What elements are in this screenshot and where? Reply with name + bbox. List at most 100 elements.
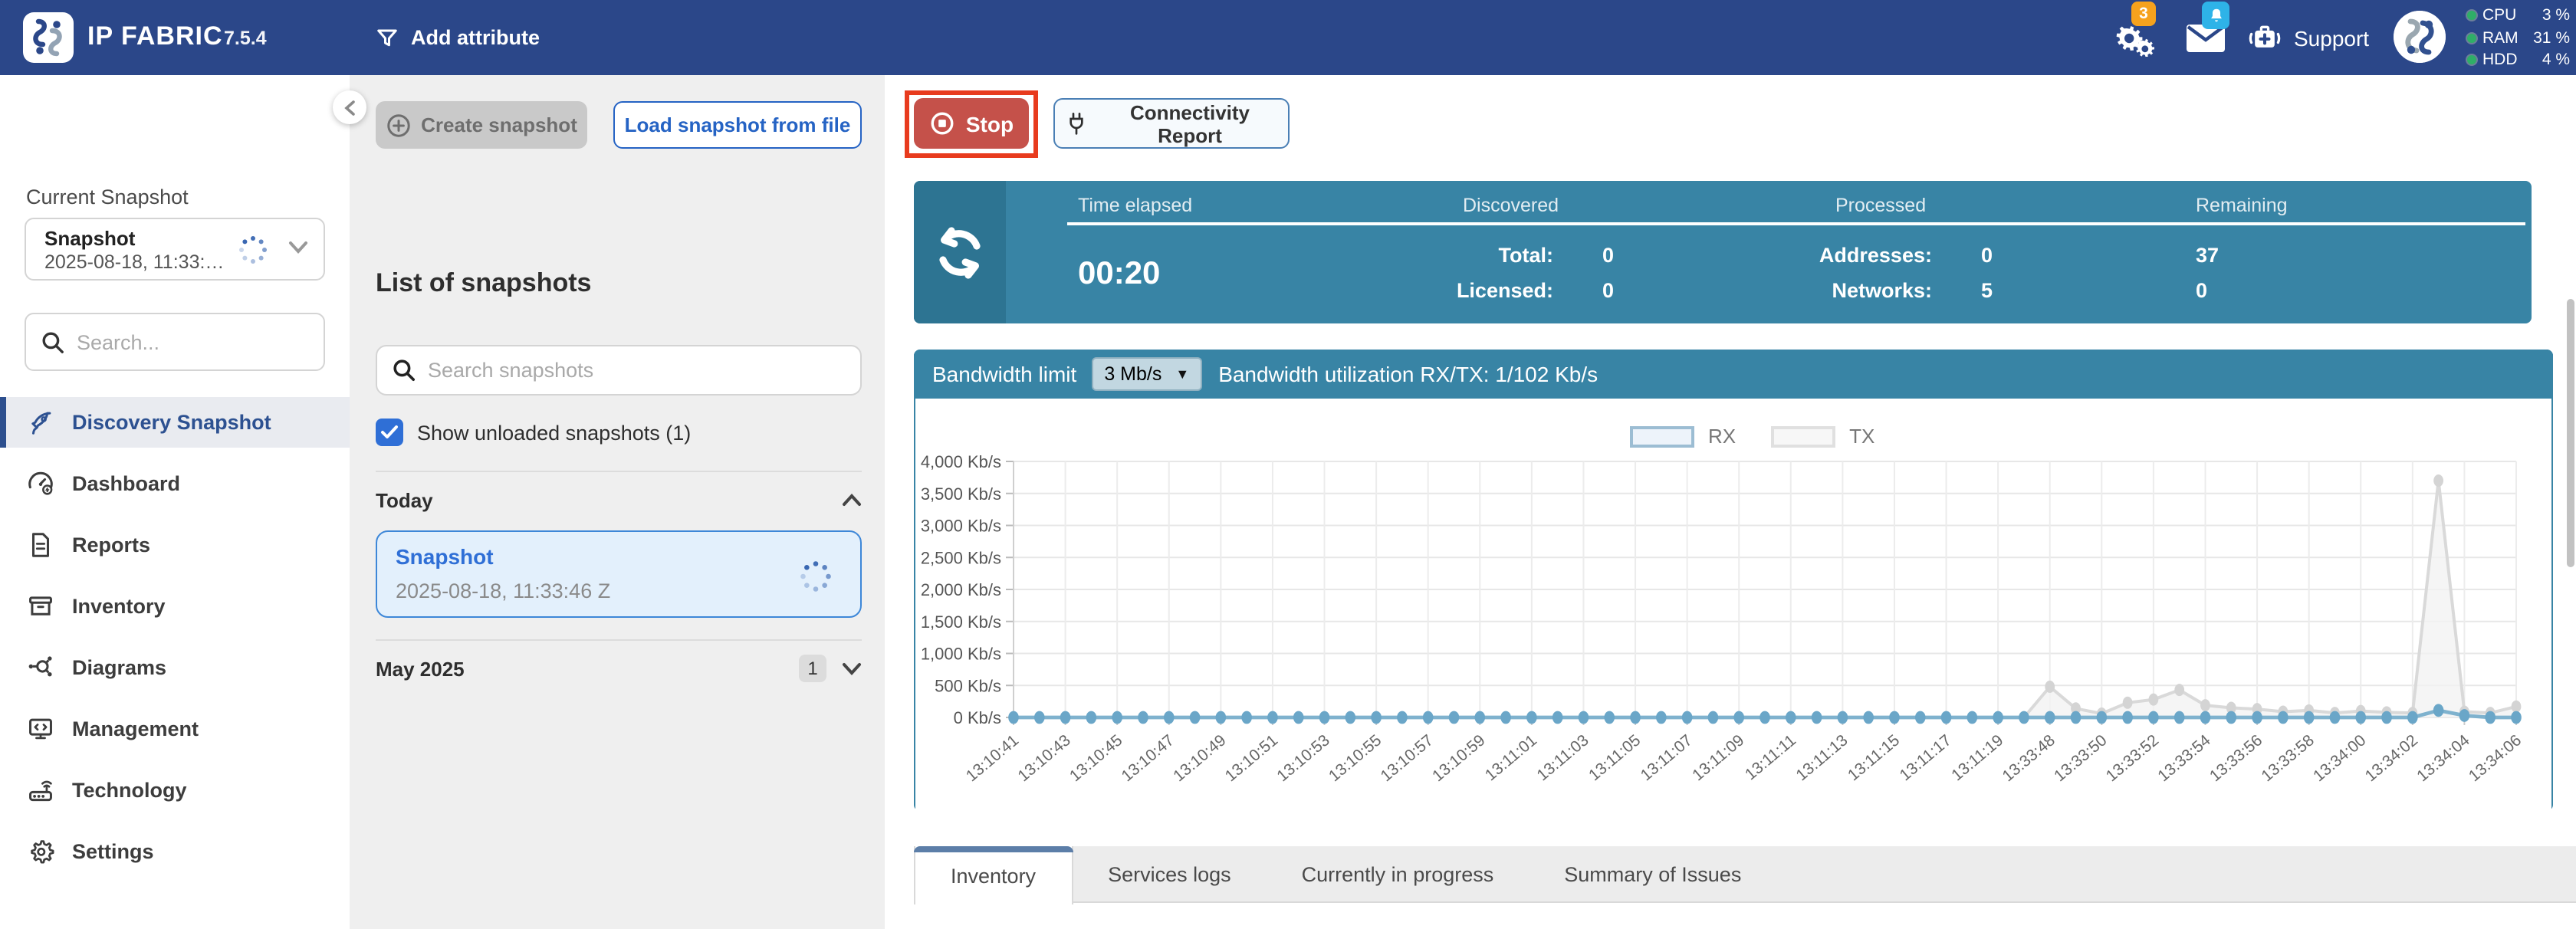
checkbox-checked-icon[interactable] xyxy=(376,419,403,446)
collapse-panel-button[interactable] xyxy=(333,90,366,124)
chart-legend: RX TX xyxy=(1630,425,1896,448)
legend-rx-swatch[interactable] xyxy=(1630,425,1694,447)
connectivity-report-button[interactable]: Connectivity Report xyxy=(1053,98,1290,149)
plus-circle-icon xyxy=(386,113,410,137)
tab-summary-of-issues[interactable]: Summary of Issues xyxy=(1529,846,1776,901)
svg-text:13:11:15: 13:11:15 xyxy=(1845,731,1903,784)
sidebar-item-dashboard[interactable]: Dashboard xyxy=(0,458,350,509)
svg-text:3,000 Kb/s: 3,000 Kb/s xyxy=(921,517,1001,536)
sidebar-nav: Discovery Snapshot Dashboard Reports Inv… xyxy=(0,397,350,888)
show-unloaded-label: Show unloaded snapshots (1) xyxy=(417,421,691,444)
automation-gears-icon[interactable]: 3 xyxy=(2113,0,2154,75)
snapshot-card[interactable]: Snapshot 2025-08-18, 11:33:46 Z xyxy=(376,530,862,618)
svg-text:13:11:19: 13:11:19 xyxy=(1948,731,2006,784)
filter-funnel-icon xyxy=(376,25,399,50)
plug-icon xyxy=(1064,110,1089,136)
document-icon xyxy=(26,530,55,560)
sidebar-item-technology[interactable]: Technology xyxy=(0,765,350,816)
bandwidth-limit-select[interactable]: 3 Mb/s ▼ xyxy=(1092,357,1201,391)
sidebar-item-reports[interactable]: Reports xyxy=(0,520,350,570)
svg-text:13:11:17: 13:11:17 xyxy=(1897,731,1955,784)
stat-value: 3 % xyxy=(2542,7,2570,25)
svg-text:13:33:56: 13:33:56 xyxy=(2206,731,2266,785)
svg-text:13:10:49: 13:10:49 xyxy=(1170,731,1229,785)
svg-text:13:11:03: 13:11:03 xyxy=(1533,731,1592,784)
svg-text:13:33:52: 13:33:52 xyxy=(2103,731,2162,785)
svg-text:2,500 Kb/s: 2,500 Kb/s xyxy=(921,548,1001,567)
banner-column-header: Time elapsed xyxy=(1078,195,1192,216)
snapshot-selector[interactable]: Snapshot 2025-08-18, 11:33:… xyxy=(25,218,325,281)
sidebar-item-label: Technology xyxy=(72,779,187,802)
svg-text:13:10:59: 13:10:59 xyxy=(1429,731,1488,785)
discovery-progress-banner: Time elapsedDiscoveredProcessedRemaining… xyxy=(914,181,2532,323)
stat-label: RAM xyxy=(2482,29,2533,48)
group-count-badge: 1 xyxy=(799,655,826,682)
support-label: Support xyxy=(2294,25,2369,50)
sidebar-item-label: Management xyxy=(72,717,199,740)
sidebar-item-diagrams[interactable]: Diagrams xyxy=(0,642,350,693)
legend-tx-swatch[interactable] xyxy=(1771,425,1835,447)
stat-label: HDD xyxy=(2482,51,2542,70)
snapshot-group-header[interactable]: May 20251 xyxy=(376,641,862,696)
gauge-icon xyxy=(26,469,55,498)
tab-services-logs[interactable]: Services logs xyxy=(1073,846,1267,901)
svg-text:1,500 Kb/s: 1,500 Kb/s xyxy=(921,612,1001,632)
legend-rx-label: RX xyxy=(1708,425,1736,448)
sidebar-item-label: Diagrams xyxy=(72,656,166,679)
svg-text:4,000 Kb/s: 4,000 Kb/s xyxy=(921,452,1001,471)
tab-label: Services logs xyxy=(1108,862,1231,885)
status-dot-icon xyxy=(2466,10,2478,22)
bandwidth-utilization-label: Bandwidth utilization RX/TX: 1/102 Kb/s xyxy=(1218,362,1598,386)
chevron-up-icon xyxy=(842,493,862,507)
loading-spinner-icon xyxy=(799,560,833,593)
load-snapshot-label: Load snapshot from file xyxy=(625,113,851,136)
tab-label: Currently in progress xyxy=(1302,862,1494,885)
user-avatar[interactable] xyxy=(2394,11,2446,63)
sidebar-item-settings[interactable]: Settings xyxy=(0,826,350,877)
status-dot-icon xyxy=(2466,32,2478,44)
snapshot-group-header[interactable]: Today xyxy=(376,472,862,527)
snapshots-search-input[interactable]: Search snapshots xyxy=(376,345,862,396)
svg-text:500 Kb/s: 500 Kb/s xyxy=(935,676,1001,695)
svg-text:13:10:41: 13:10:41 xyxy=(963,731,1022,785)
bandwidth-limit-label: Bandwidth limit xyxy=(932,362,1076,386)
sidebar-item-inventory[interactable]: Inventory xyxy=(0,581,350,632)
chevron-down-icon xyxy=(842,661,862,675)
snapshot-selector-name: Snapshot xyxy=(44,227,135,250)
tab-label: Inventory xyxy=(951,864,1036,887)
tab-currently-in-progress[interactable]: Currently in progress xyxy=(1267,846,1530,901)
sidebar-item-label: Dashboard xyxy=(72,472,180,495)
group-label: Today xyxy=(376,488,842,511)
show-unloaded-checkbox-row[interactable]: Show unloaded snapshots (1) xyxy=(376,419,691,446)
svg-text:13:34:04: 13:34:04 xyxy=(2413,731,2473,785)
support-button[interactable]: Support xyxy=(2248,0,2369,75)
group-label: May 2025 xyxy=(376,657,799,680)
loading-spinner-icon xyxy=(238,235,268,265)
messages-envelope-icon[interactable] xyxy=(2187,0,2225,75)
vertical-scrollbar-thumb[interactable] xyxy=(2567,299,2574,567)
current-snapshot-label: Current Snapshot xyxy=(26,185,189,208)
monitor-icon xyxy=(26,714,55,744)
network-icon xyxy=(26,653,55,682)
select-arrow-icon: ▼ xyxy=(1175,366,1189,382)
sidebar-item-management[interactable]: Management xyxy=(0,704,350,754)
stat-label: CPU xyxy=(2482,7,2542,25)
ipfabric-logo-icon[interactable] xyxy=(23,12,74,63)
load-snapshot-from-file-button[interactable]: Load snapshot from file xyxy=(613,101,862,149)
svg-text:2,000 Kb/s: 2,000 Kb/s xyxy=(921,580,1001,599)
sidebar-item-label: Settings xyxy=(72,840,154,863)
create-snapshot-button[interactable]: Create snapshot xyxy=(376,101,587,149)
sidebar-item-discovery-snapshot[interactable]: Discovery Snapshot xyxy=(0,397,350,448)
svg-text:13:33:50: 13:33:50 xyxy=(2051,731,2110,785)
add-attribute-button[interactable]: Add attribute xyxy=(376,18,540,57)
sidebar: Current Snapshot Snapshot 2025-08-18, 11… xyxy=(0,75,350,929)
refresh-sync-icon xyxy=(914,181,1006,323)
svg-text:13:34:02: 13:34:02 xyxy=(2362,731,2421,785)
bandwidth-header: Bandwidth limit 3 Mb/s ▼ Bandwidth utili… xyxy=(914,350,2553,399)
annotation-highlight-box xyxy=(905,90,1038,158)
snapshots-panel: Create snapshot Load snapshot from file … xyxy=(350,75,885,929)
search-icon xyxy=(41,330,64,353)
banner-stat-label: Addresses: xyxy=(1819,244,1932,267)
tab-inventory[interactable]: Inventory xyxy=(914,846,1073,904)
sidebar-search-input[interactable]: Search... xyxy=(25,313,325,371)
